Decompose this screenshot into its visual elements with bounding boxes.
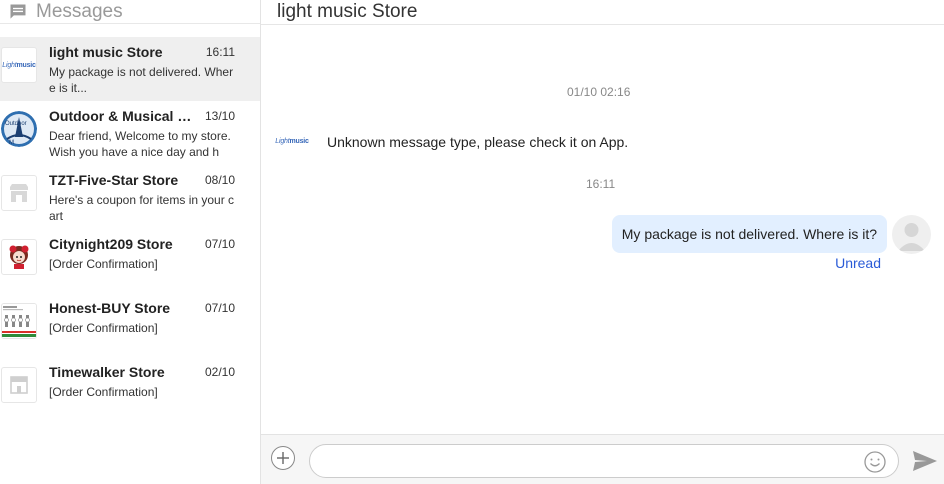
sidebar-header: Messages [0, 0, 260, 24]
conversation-name: Outdoor & Musical St... [49, 108, 199, 124]
conversation-name: Honest-BUY Store [49, 300, 171, 316]
conversation-preview: My package is not delivered. Where is it… [49, 65, 234, 95]
light-music-logo: Lightmusic [275, 137, 309, 145]
user-avatar [892, 215, 931, 254]
conversation-name: Citynight209 Store [49, 236, 173, 252]
conversation-preview: Dear friend, Welcome to my store. Wish y… [49, 129, 231, 159]
conversation-sidebar: Messages Lightmusic light music Store 16… [0, 0, 261, 484]
my-message-bubble: My package is not delivered. Where is it… [611, 215, 887, 253]
conversation-item-honest-buy[interactable]: Honest-BUY Store 07/10 [Order Confirmati… [0, 293, 260, 357]
conversation-preview: Here's a coupon for items in your cart [49, 193, 235, 223]
store-placeholder-icon [1, 367, 37, 403]
conversation-item-tzt-five-star[interactable]: TZT-Five-Star Store 08/10 Here's a coupo… [0, 165, 260, 229]
message-timestamp: 16:11 [586, 177, 616, 191]
send-icon[interactable] [912, 449, 938, 473]
conversation-item-light-music[interactable]: Lightmusic light music Store 16:11 My pa… [0, 37, 260, 101]
message-input-bar [261, 434, 944, 484]
messages-icon [10, 4, 26, 19]
unread-status[interactable]: Unread [835, 255, 881, 271]
message-timestamp: 01/10 02:16 [567, 85, 631, 99]
chat-panel: light music Store 01/10 02:16 Lightmusic… [261, 0, 944, 484]
svg-text:Outdoor: Outdoor [5, 121, 27, 127]
outdoor-musical-logo: Outdoor M [1, 111, 37, 147]
conversation-preview: [Order Confirmation] [49, 385, 158, 399]
store-message: Unknown message type, please check it on… [327, 134, 629, 150]
chat-title: light music Store [277, 1, 418, 22]
add-attachment-button[interactable] [271, 446, 295, 470]
conversation-item-citynight209[interactable]: Citynight209 Store 07/10 [Order Confirma… [0, 229, 260, 293]
honest-buy-logo [1, 303, 37, 339]
conversation-time: 02/10 [204, 365, 235, 379]
conversation-time: 16:11 [205, 45, 235, 59]
conversation-time: 07/10 [204, 301, 235, 315]
store-placeholder-icon [1, 175, 37, 211]
plus-icon [277, 452, 289, 464]
conversation-time: 08/10 [204, 173, 235, 187]
conversation-name: TZT-Five-Star Store [49, 172, 179, 188]
sidebar-title: Messages [36, 0, 123, 22]
conversation-preview: [Order Confirmation] [49, 257, 158, 271]
conversation-time: 07/10 [204, 237, 235, 251]
conversation-preview: [Order Confirmation] [49, 321, 158, 335]
conversation-item-timewalker[interactable]: Timewalker Store 02/10 [Order Confirmati… [0, 357, 260, 421]
conversation-name: Timewalker Store [49, 364, 165, 380]
message-input[interactable] [309, 444, 899, 478]
conversation-name: light music Store [49, 44, 163, 60]
light-music-logo: Lightmusic [1, 47, 37, 83]
emoji-icon[interactable] [864, 451, 886, 473]
conversation-item-outdoor-musical[interactable]: Outdoor M Outdoor & Musical St... 13/10 … [0, 101, 260, 165]
citynight-logo [1, 239, 37, 275]
svg-text:M: M [9, 140, 14, 146]
conversation-time: 13/10 [204, 109, 235, 123]
chat-header: light music Store [261, 0, 944, 25]
